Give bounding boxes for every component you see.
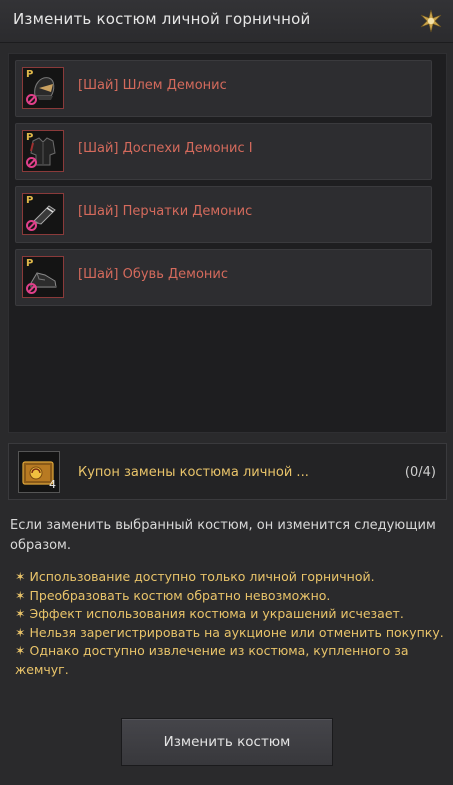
star-bullet-icon: ✶ [15,606,26,621]
note-item: ✶ Нельзя зарегистрировать на аукционе или… [15,624,449,643]
note-text: Эффект использования костюма и украшений… [29,606,404,621]
ban-icon [26,94,37,105]
note-text: Преобразовать костюм обратно невозможно. [29,587,331,603]
star-bullet-icon: ✶ [15,569,26,584]
title-bar: Изменить костюм личной горничной [0,0,453,43]
change-costume-button[interactable]: Изменить костюм [121,718,333,766]
item-badge: P [26,69,34,80]
star-bullet-icon: ✶ [15,643,26,658]
ban-icon [26,220,37,231]
note-item: ✶ Однако доступно извлечение из костюма, … [15,642,449,679]
item-slot: P [22,256,64,298]
list-item[interactable]: P [Шай] Доспехи Демонис I [15,123,432,180]
window-title: Изменить костюм личной горничной [13,10,311,28]
note-text: Однако доступно извлечение из костюма, к… [15,643,409,677]
item-name: [Шай] Перчатки Демонис [78,204,253,219]
item-badge: P [26,132,34,143]
note-item: ✶ Преобразовать костюм обратно невозможно… [15,587,449,606]
item-name: [Шай] Шлем Демонис [78,78,227,93]
emblem-icon[interactable] [419,9,443,33]
ban-icon [26,283,37,294]
coupon-row[interactable]: 4 Купон замены костюма личной ... (0/4) [8,443,447,500]
list-item[interactable]: P [Шай] Обувь Демонис [15,249,432,306]
list-item[interactable]: P [Шай] Перчатки Демонис [15,186,432,243]
note-text: Использование доступно только личной гор… [29,569,375,584]
item-badge: P [26,195,34,206]
note-item: ✶ Эффект использования костюма и украшени… [15,605,449,624]
coupon-slot: 4 [18,451,60,493]
ban-icon [26,157,37,168]
item-name: [Шай] Доспехи Демонис I [78,141,253,156]
costume-item-list: P [Шай] Шлем Демонис P [Шай] Доспехи Дем… [8,53,447,433]
item-badge: P [26,258,34,269]
item-slot: P [22,67,64,109]
item-slot: P [22,193,64,235]
coupon-progress: (0/4) [404,465,436,480]
item-slot: P [22,130,64,172]
coupon-name: Купон замены костюма личной ... [78,465,309,480]
item-name: [Шай] Обувь Демонис [78,267,229,282]
notes-list: ✶ Использование доступно только личной го… [15,568,449,679]
coupon-count: 4 [49,478,56,491]
note-item: ✶ Использование доступно только личной го… [15,568,449,587]
star-bullet-icon: ✶ [15,624,26,640]
star-bullet-icon: ✶ [15,587,26,603]
list-item[interactable]: P [Шай] Шлем Демонис [15,60,432,117]
note-text: Нельзя зарегистрировать на аукционе или … [29,624,444,640]
description-text: Если заменить выбранный костюм, он измен… [10,518,436,553]
